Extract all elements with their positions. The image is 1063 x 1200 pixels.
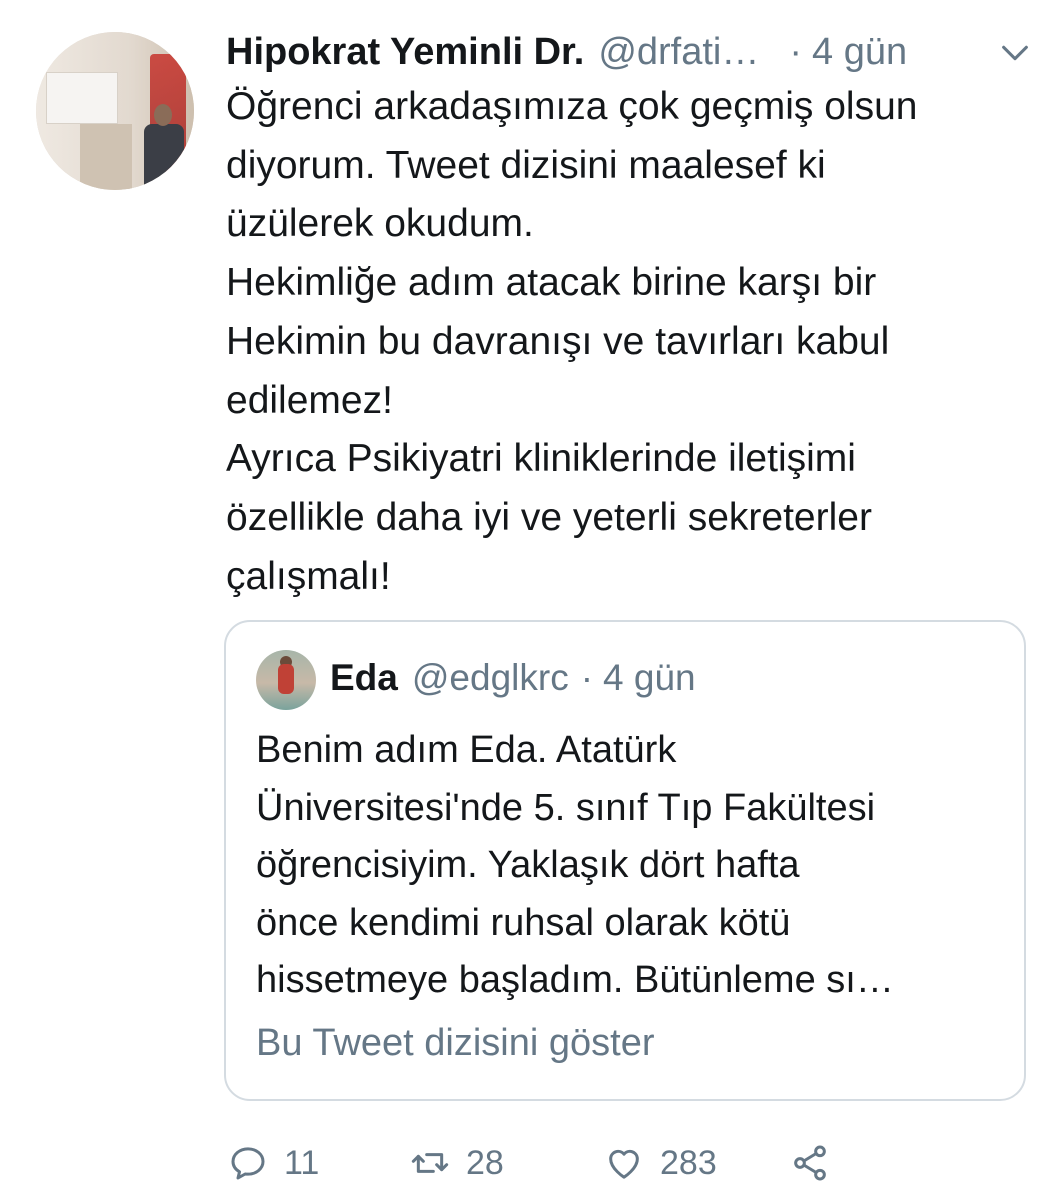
chevron-down-icon[interactable]: [998, 36, 1032, 70]
tweet-text-line: diyorum. Tweet dizisini maalesef ki: [226, 143, 826, 187]
quoted-tweet-text: Benim adım Eda. Atatürk Üniversitesi'nde…: [256, 722, 996, 1010]
tweet-text-line: özellikle daha iyi ve yeterli sekreterle…: [226, 495, 872, 539]
retweet-icon: [411, 1153, 449, 1173]
like-button[interactable]: 283: [604, 1138, 717, 1188]
show-thread-link[interactable]: Bu Tweet dizisini göster: [256, 1022, 655, 1065]
reply-button[interactable]: 11: [228, 1138, 319, 1188]
tweet-text-line: Hekimin bu davranışı ve tavırları kabul: [226, 319, 890, 363]
reply-count: 11: [284, 1143, 320, 1182]
tweet-timestamp[interactable]: 4 gün: [812, 31, 907, 74]
quoted-text-line: öğrencisiyim. Yaklaşık dört hafta: [256, 844, 800, 886]
quoted-tweet-card[interactable]: Eda @edglkrc · 4 gün Benim adım Eda. Ata…: [224, 620, 1026, 1101]
tweet-header: Hipokrat Yeminli Dr. @drfati… · 4 gün: [226, 26, 907, 78]
quoted-tweet-timestamp[interactable]: 4 gün: [603, 657, 696, 699]
share-button[interactable]: [790, 1138, 830, 1188]
tweet-text: Öğrenci arkadaşımıza çok geçmiş olsun di…: [226, 78, 1026, 606]
heart-icon: [609, 1149, 639, 1179]
author-avatar[interactable]: [36, 32, 194, 190]
quoted-text-line: Üniversitesi'nde 5. sınıf Tıp Fakültesi: [256, 786, 876, 829]
tweet-text-line: Hekimliğe adım atacak birine karşı bir: [226, 261, 877, 305]
action-bar: 11 28 283: [0, 1138, 1063, 1188]
quoted-author-name[interactable]: Eda: [330, 657, 398, 699]
tweet-text-line: Ayrıca Psikiyatri kliniklerinde iletişim…: [226, 437, 856, 481]
separator-dot: ·: [789, 30, 803, 73]
author-name[interactable]: Hipokrat Yeminli Dr.: [226, 31, 584, 74]
quoted-text-line: hissetmeye başladım. Bütünleme sı…: [256, 959, 894, 1001]
tweet-text-line: çalışmalı!: [226, 554, 391, 598]
tweet-text-line: üzülerek okudum.: [226, 202, 534, 246]
quoted-author-handle[interactable]: @edglkrc: [412, 657, 569, 699]
separator-dot: ·: [580, 657, 594, 698]
tweet-text-line: Öğrenci arkadaşımıza çok geçmiş olsun: [226, 85, 918, 128]
share-icon: [794, 1145, 826, 1181]
retweet-count: 28: [466, 1143, 504, 1182]
quoted-author-avatar[interactable]: [256, 650, 316, 710]
reply-icon: [231, 1147, 265, 1180]
retweet-button[interactable]: 28: [410, 1138, 504, 1188]
quoted-text-line: Benim adım Eda. Atatürk: [256, 729, 677, 771]
like-count: 283: [660, 1143, 717, 1182]
author-handle[interactable]: @drfati…: [598, 31, 759, 74]
quoted-tweet-header: Eda @edglkrc · 4 gün: [330, 652, 696, 704]
tweet-text-line: edilemez!: [226, 378, 393, 422]
quoted-text-line: önce kendimi ruhsal olarak kötü: [256, 901, 791, 944]
